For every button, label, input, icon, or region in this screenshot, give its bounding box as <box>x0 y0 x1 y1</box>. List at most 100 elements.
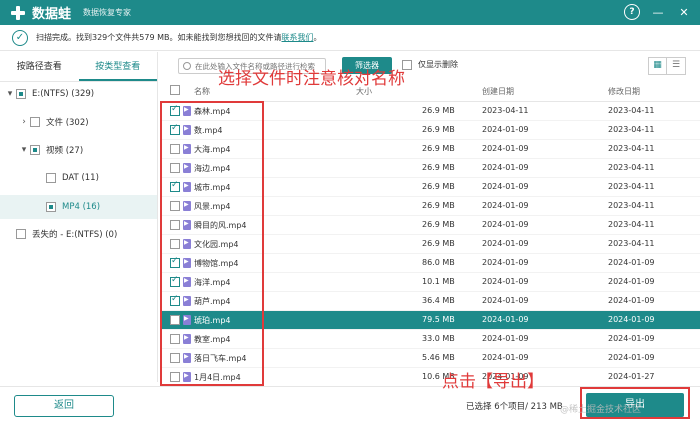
tree-item-drive-e[interactable]: ▾ E:(NTFS) (329) <box>4 83 94 105</box>
file-name: 1月4日.mp4 <box>194 373 241 382</box>
file-created: 2024-01-09 <box>482 296 529 305</box>
file-modified: 2024-01-09 <box>608 277 655 286</box>
tree-item-lost[interactable]: 丢失的 - E:(NTFS) (0) <box>16 223 117 245</box>
row-checkbox[interactable] <box>170 239 180 249</box>
table-row[interactable]: 风景.mp4 26.9 MB 2024-01-09 2023-04-11 <box>160 197 700 216</box>
help-icon[interactable]: ? <box>624 4 640 20</box>
chevron-down-icon[interactable]: ▾ <box>18 145 30 155</box>
video-file-icon <box>183 220 191 230</box>
table-row[interactable]: 大海.mp4 26.9 MB 2024-01-09 2023-04-11 <box>160 140 700 159</box>
table-row[interactable]: 博物馆.mp4 86.0 MB 2024-01-09 2024-01-09 <box>160 254 700 273</box>
file-created: 2024-01-09 <box>482 220 529 229</box>
video-file-icon <box>183 106 191 116</box>
video-file-icon <box>183 144 191 154</box>
tree-item-label: 视频 (27) <box>46 146 84 156</box>
file-size: 86.0 MB <box>422 258 455 267</box>
tree-item-mp4[interactable]: MP4 (16) <box>46 196 100 218</box>
list-view-icon[interactable]: ☰ <box>667 58 685 74</box>
row-checkbox[interactable] <box>170 315 180 325</box>
only-deleted-toggle[interactable]: 仅显示删除 <box>402 59 458 70</box>
table-row[interactable]: 森林.mp4 26.9 MB 2023-04-11 2023-04-11 <box>160 102 700 121</box>
file-size: 26.9 MB <box>422 144 455 153</box>
table-row[interactable]: 琥珀.mp4 79.5 MB 2024-01-09 2024-01-09 <box>160 311 700 330</box>
tree-item-label: 文件 (302) <box>46 118 89 128</box>
file-name: 森林.mp4 <box>194 107 231 116</box>
file-size: 10.1 MB <box>422 277 455 286</box>
row-checkbox[interactable] <box>170 294 180 306</box>
row-checkbox[interactable] <box>170 104 180 116</box>
file-size: 26.9 MB <box>422 220 455 229</box>
video-file-icon <box>183 239 191 249</box>
row-checkbox[interactable] <box>170 180 180 192</box>
video-file-icon <box>183 334 191 344</box>
column-name[interactable]: 名称 <box>194 86 210 97</box>
tree-item-label: E:(NTFS) (329) <box>32 89 95 99</box>
table-row[interactable]: 文化园.mp4 26.9 MB 2024-01-09 2023-04-11 <box>160 235 700 254</box>
row-checkbox[interactable] <box>170 220 180 230</box>
video-file-icon <box>183 163 191 173</box>
tree-checkbox[interactable] <box>30 117 40 127</box>
grid-view-icon[interactable]: ▦ <box>649 58 667 74</box>
contact-us-link[interactable]: 联系我们 <box>281 33 313 42</box>
row-checkbox[interactable] <box>170 353 180 363</box>
file-size: 26.9 MB <box>422 201 455 210</box>
tree-checkbox[interactable] <box>46 173 56 183</box>
table-row[interactable]: 海边.mp4 26.9 MB 2024-01-09 2023-04-11 <box>160 159 700 178</box>
file-modified: 2023-04-11 <box>608 201 655 210</box>
column-created[interactable]: 创建日期 <box>482 86 514 97</box>
row-checkbox[interactable] <box>170 256 180 268</box>
table-row[interactable]: 城市.mp4 26.9 MB 2024-01-09 2023-04-11 <box>160 178 700 197</box>
table-row[interactable]: 海洋.mp4 10.1 MB 2024-01-09 2024-01-09 <box>160 273 700 292</box>
row-checkbox[interactable] <box>170 275 180 287</box>
select-all-checkbox[interactable] <box>170 85 186 97</box>
only-deleted-label: 仅显示删除 <box>418 60 458 69</box>
file-created: 2024-01-09 <box>482 144 529 153</box>
window-controls: ? — ✕ <box>624 4 692 20</box>
tree-item-label: DAT (11) <box>62 173 99 183</box>
file-size: 26.9 MB <box>422 182 455 191</box>
table-row[interactable]: 瞬目的风.mp4 26.9 MB 2024-01-09 2023-04-11 <box>160 216 700 235</box>
tree-item-files[interactable]: › 文件 (302) <box>18 111 89 133</box>
video-file-icon <box>183 182 191 192</box>
table-row[interactable]: 葫芦.mp4 36.4 MB 2024-01-09 2024-01-09 <box>160 292 700 311</box>
minimize-button[interactable]: — <box>650 4 666 20</box>
file-name: 文化园.mp4 <box>194 240 239 249</box>
tab-by-type[interactable]: 按类型查看 <box>78 52 157 81</box>
row-checkbox[interactable] <box>170 144 180 154</box>
tree-checkbox[interactable] <box>46 202 56 212</box>
file-created: 2024-01-09 <box>482 201 529 210</box>
check-circle-icon: ✓ <box>12 29 28 46</box>
tree-item-video[interactable]: ▾ 视频 (27) <box>18 139 83 161</box>
row-checkbox[interactable] <box>170 334 180 344</box>
file-modified: 2023-04-11 <box>608 106 655 115</box>
back-button[interactable]: 返回 <box>14 395 114 417</box>
file-created: 2024-01-09 <box>482 334 529 343</box>
tab-by-path[interactable]: 按路径查看 <box>0 52 79 81</box>
file-name: 葫芦.mp4 <box>194 297 231 306</box>
file-name: 风景.mp4 <box>194 202 231 211</box>
row-checkbox[interactable] <box>170 123 180 135</box>
video-file-icon <box>183 296 191 306</box>
table-row[interactable]: 1月4日.mp410.6 MB2024-01-092024-01-27 <box>160 368 700 387</box>
tree-checkbox[interactable] <box>16 89 26 99</box>
file-name: 城市.mp4 <box>194 183 231 192</box>
row-checkbox[interactable] <box>170 372 180 382</box>
tree-item-dat[interactable]: DAT (11) <box>46 167 99 189</box>
row-checkbox[interactable] <box>170 201 180 211</box>
file-created: 2024-01-09 <box>482 258 529 267</box>
tree-checkbox[interactable] <box>30 145 40 155</box>
table-row[interactable]: 数.mp4 26.9 MB 2024-01-09 2023-04-11 <box>160 121 700 140</box>
table-row[interactable]: 落日飞车.mp4 5.46 MB 2024-01-09 2024-01-09 <box>160 349 700 368</box>
file-modified: 2023-04-11 <box>608 220 655 229</box>
file-created: 2024-01-09 <box>482 239 529 248</box>
chevron-down-icon[interactable]: ▾ <box>4 89 16 99</box>
column-modified[interactable]: 修改日期 <box>608 86 640 97</box>
file-created: 2024-01-09 <box>482 182 529 191</box>
file-modified: 2023-04-11 <box>608 144 655 153</box>
file-name: 落日飞车.mp4 <box>194 354 247 363</box>
close-button[interactable]: ✕ <box>676 4 692 20</box>
table-row[interactable]: 教室.mp4 33.0 MB 2024-01-09 2024-01-09 <box>160 330 700 349</box>
chevron-right-icon[interactable]: › <box>18 117 30 127</box>
row-checkbox[interactable] <box>170 163 180 173</box>
tree-checkbox[interactable] <box>16 229 26 239</box>
